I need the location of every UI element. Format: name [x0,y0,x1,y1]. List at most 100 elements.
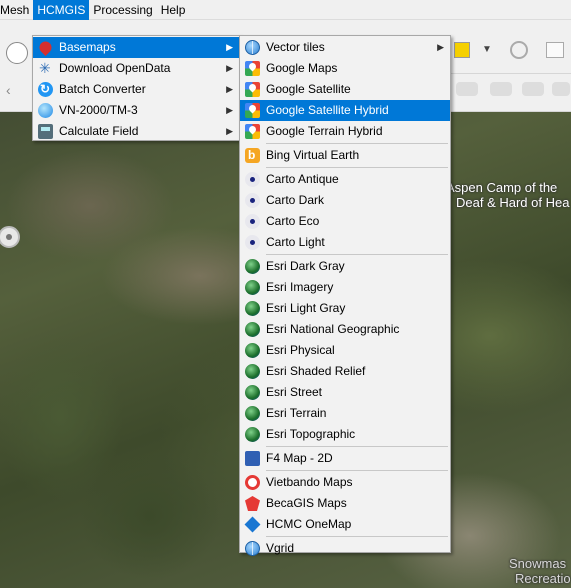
menu-item-label: Esri Topographic [266,427,356,441]
menu-item-google-maps[interactable]: Google Maps [240,58,450,79]
esri-icon [245,406,260,421]
calculator-icon [38,124,53,139]
menu-item-vn2000[interactable]: VN-2000/TM-3 ▶ [33,100,239,121]
vietbando-icon [245,475,260,490]
menu-item-carto-eco[interactable]: Carto Eco [240,211,450,232]
submenu-arrow-icon: ▶ [226,105,233,115]
carto-icon [245,235,260,250]
menu-item-label: Esri Shaded Relief [266,364,366,378]
menu-item-label: Esri Terrain [266,406,327,420]
carto-icon [245,172,260,187]
menu-item-hcmc-onemap[interactable]: HCMC OneMap [240,514,450,535]
menu-item-label: Batch Converter [59,82,146,96]
carto-icon [245,193,260,208]
menu-item-label: Bing Virtual Earth [266,148,360,162]
menu-item-label: Esri Light Gray [266,301,346,315]
google-maps-icon [245,61,260,76]
menu-item-esri-shaded-relief[interactable]: Esri Shaded Relief [240,361,450,382]
menu-item-google-satellite-hybrid[interactable]: Google Satellite Hybrid [240,100,450,121]
menu-item-label: Carto Dark [266,193,325,207]
label-pin-icon[interactable] [456,82,478,96]
menu-item-label: Google Maps [266,61,338,75]
menu-item-label: Google Terrain Hybrid [266,124,383,138]
menu-help[interactable]: Help [157,0,190,20]
esri-icon [245,427,260,442]
menu-item-becagis-maps[interactable]: BecaGIS Maps [240,493,450,514]
menu-separator [266,536,448,537]
menu-item-carto-light[interactable]: Carto Light [240,232,450,253]
menu-item-carto-antique[interactable]: Carto Antique [240,169,450,190]
map-label-deaf-hard: Deaf & Hard of Hea [456,195,570,210]
map-pin-icon [37,39,54,56]
google-maps-icon [245,82,260,97]
menu-item-esri-imagery[interactable]: Esri Imagery [240,277,450,298]
menu-item-esri-street[interactable]: Esri Street [240,382,450,403]
menu-item-label: Vgrid [266,541,295,555]
menu-item-vietbando-maps[interactable]: Vietbando Maps [240,472,450,493]
batch-icon [38,79,53,100]
menu-item-f4-map[interactable]: F4 Map - 2D [240,448,450,469]
menu-bar: Mesh HCMGIS Processing Help [0,0,571,20]
globe-icon [245,40,260,55]
location-pin-icon[interactable] [0,226,20,248]
attribute-table-icon[interactable] [546,42,564,58]
globe-icon [245,541,260,556]
esri-icon [245,301,260,316]
menu-item-label: Google Satellite [266,82,351,96]
menu-item-label: F4 Map - 2D [266,451,333,465]
menu-item-vgrid[interactable]: Vgrid [240,538,450,559]
menu-separator [266,446,448,447]
menu-item-esri-national-geographic[interactable]: Esri National Geographic [240,319,450,340]
submenu-arrow-icon: ▶ [226,84,233,94]
menu-item-google-satellite[interactable]: Google Satellite [240,79,450,100]
style-color-icon[interactable] [454,42,470,58]
menu-item-download-opendata[interactable]: Download OpenData ▶ [33,58,239,79]
bing-icon [245,145,260,166]
map-label-snowmass: Snowmas [509,556,567,571]
menu-item-label: Esri Physical [266,343,335,357]
menu-item-label: Carto Antique [266,172,339,186]
menu-mesh[interactable]: Mesh [0,0,33,20]
label-move-icon[interactable] [490,82,512,96]
identify-icon[interactable] [510,41,528,59]
menu-item-label: Download OpenData [59,61,171,75]
menu-item-esri-dark-gray[interactable]: Esri Dark Gray [240,256,450,277]
chevron-down-icon[interactable]: ▼ [482,44,504,66]
label-change-icon[interactable] [552,82,570,96]
menu-item-basemaps[interactable]: Basemaps ▶ [33,37,239,58]
menu-item-label: Esri Dark Gray [266,259,345,273]
map-label-recreation: Recreatio [515,571,571,586]
chevron-left-icon[interactable]: ‹ [6,82,28,104]
menu-item-vector-tiles[interactable]: Vector tiles ▶ [240,37,450,58]
submenu-arrow-icon: ▶ [437,42,444,52]
menu-item-label: HCMC OneMap [266,517,352,531]
menu-processing[interactable]: Processing [89,0,156,20]
menu-item-esri-light-gray[interactable]: Esri Light Gray [240,298,450,319]
google-maps-icon [245,124,260,139]
basemaps-menu: Vector tiles ▶ Google Maps Google Satell… [239,35,451,556]
toolbar-right-upper: ▼ [450,36,571,74]
hcmgis-menu: Basemaps ▶ Download OpenData ▶ Batch Con… [32,35,240,141]
toolbar-strip [0,20,571,36]
menu-item-calculate-field[interactable]: Calculate Field ▶ [33,121,239,142]
menu-item-label: Vector tiles [266,40,325,54]
menu-item-esri-terrain[interactable]: Esri Terrain [240,403,450,424]
menu-item-label: BecaGIS Maps [266,496,347,510]
menu-item-google-terrain-hybrid[interactable]: Google Terrain Hybrid [240,121,450,142]
menu-item-label: Carto Light [266,235,325,249]
carto-icon [245,214,260,229]
menu-item-esri-topographic[interactable]: Esri Topographic [240,424,450,445]
esri-icon [245,280,260,295]
menu-item-esri-physical[interactable]: Esri Physical [240,340,450,361]
esri-icon [245,259,260,274]
menu-item-batch-converter[interactable]: Batch Converter ▶ [33,79,239,100]
menu-item-carto-dark[interactable]: Carto Dark [240,190,450,211]
zoom-native-icon[interactable] [6,42,28,64]
menu-hcmgis[interactable]: HCMGIS [33,0,90,20]
menu-item-label: Vietbando Maps [266,475,353,489]
submenu-arrow-icon: ▶ [226,126,233,136]
label-rotate-icon[interactable] [522,82,544,96]
globe-icon [38,103,53,118]
menu-separator [266,470,448,471]
menu-item-bing-virtual-earth[interactable]: Bing Virtual Earth [240,145,450,166]
